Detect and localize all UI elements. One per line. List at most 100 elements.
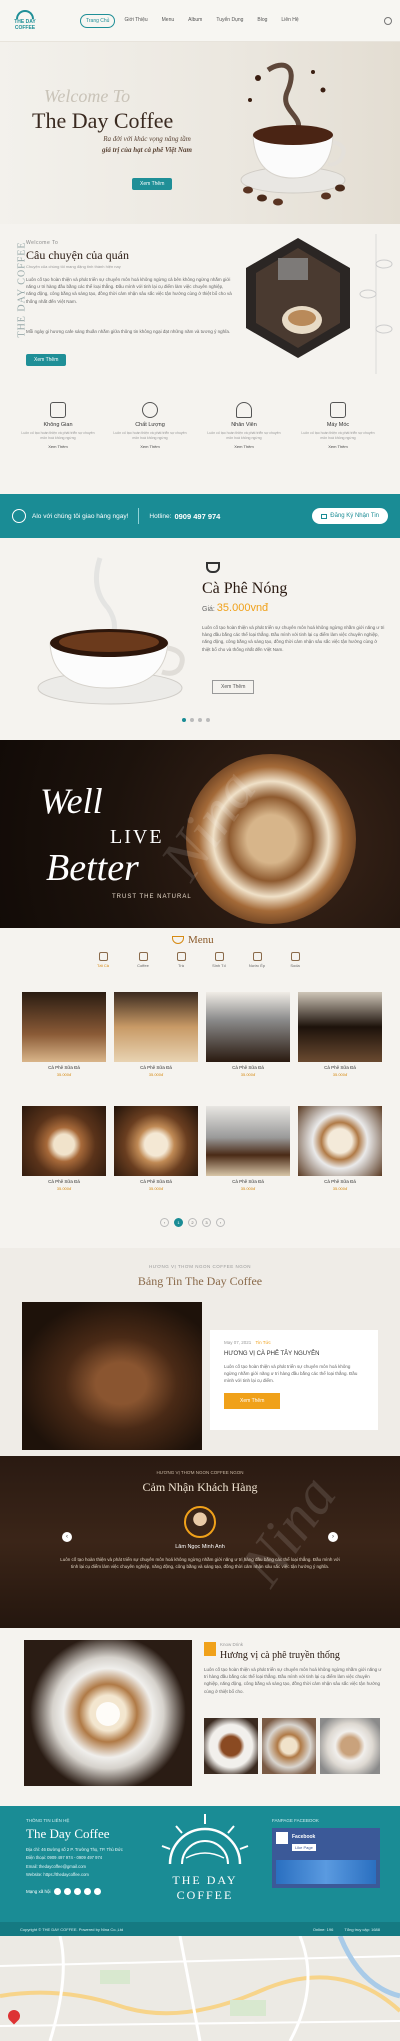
slider-dot[interactable]	[182, 718, 186, 722]
nav-item-about[interactable]: Giới Thiệu	[119, 14, 152, 28]
slider-dot[interactable]	[198, 718, 202, 722]
hero-tagline: Ra đời với khác vọng nâng tầm giá trị củ…	[72, 134, 222, 155]
nav-item-blog[interactable]: Blog	[252, 14, 272, 28]
map-canvas	[0, 1936, 400, 2041]
page-button[interactable]: 3	[202, 1218, 211, 1227]
well-live-better-banner: Well LIVE Better TRUST THE NATURAL Nina	[0, 740, 400, 928]
feature-title: Chất Lượng	[135, 422, 165, 428]
product-card[interactable]: Cà Phê Sữa Đá 35.000đ	[22, 1106, 106, 1191]
hotline-number[interactable]: 0909 497 974	[174, 512, 220, 521]
page-button[interactable]: 1	[174, 1218, 183, 1227]
prev-page-icon[interactable]: ‹	[160, 1218, 169, 1227]
twitter-icon[interactable]	[63, 1888, 71, 1895]
facebook-icon[interactable]	[53, 1888, 61, 1895]
feature-title: Máy Móc	[326, 422, 350, 428]
menu-tab-tea[interactable]: Trà	[166, 952, 196, 968]
slider-dot[interactable]	[206, 718, 210, 722]
news-image[interactable]	[22, 1302, 202, 1450]
feature-more-link[interactable]: Xem Thêm	[298, 444, 378, 449]
social-label: Mạng xã hội	[26, 1889, 51, 1894]
hero-coffee-image	[228, 60, 358, 210]
slider-dot[interactable]	[190, 718, 194, 722]
footer-logo-line1: THE DAY	[172, 1873, 238, 1887]
youtube-icon[interactable]	[83, 1888, 91, 1895]
menu-tab-all[interactable]: Tất Cả	[88, 952, 118, 968]
sun-icon	[16, 10, 34, 19]
footer-logo: THE DAY COFFEE	[156, 1812, 254, 1916]
tab-label: Tất Cả	[96, 963, 109, 968]
gallery-image[interactable]	[204, 1718, 258, 1774]
nav-item-menu[interactable]: Menu	[157, 14, 180, 28]
news-tag[interactable]: Tin Tức	[256, 1340, 271, 1345]
location-map[interactable]	[0, 1936, 400, 2041]
product-price: 35.000đ	[56, 1186, 72, 1191]
news-more-button[interactable]: Xem Thêm	[224, 1392, 281, 1409]
product-card[interactable]: Cà Phê Sữa Đá 35.000đ	[298, 992, 382, 1077]
tab-label: Trà	[178, 963, 184, 968]
gallery-image[interactable]	[320, 1718, 380, 1774]
tradition-desc: Luôn cố tạo hoàn thiện và phát triển sự …	[204, 1667, 382, 1694]
story-paragraph: Luôn cố tạo hoàn thiện và phát triển sự …	[26, 277, 232, 304]
hot-coffee-title: Cà Phê Nóng	[202, 580, 288, 597]
product-card[interactable]: Cà Phê Sữa Đá 35.000đ	[114, 1106, 198, 1191]
fb-like-button[interactable]: Like Page	[292, 1844, 316, 1851]
feature-space: Không Gian Luôn cố tạo hoàn thiện và phá…	[18, 402, 98, 449]
news-post-title[interactable]: HƯƠNG VỊ CÀ PHÊ TÂY NGUYÊN	[224, 1351, 364, 1357]
footer-website[interactable]: Website: https://thedaycoffee.com	[26, 1871, 123, 1879]
next-arrow-icon[interactable]: ›	[328, 1532, 338, 1542]
fb-cover	[276, 1860, 376, 1884]
copyright-text: Copyright © THE DAY COFFEE. Powered by N…	[20, 1926, 124, 1932]
nav-item-album[interactable]: Album	[183, 14, 207, 28]
contact-bar: Alo với chúng tôi giao hàng ngay! Hotlin…	[0, 494, 400, 538]
tradition-title: Hương vị cà phê truyền thống	[220, 1650, 340, 1661]
story-more-button[interactable]: Xem Thêm	[26, 354, 67, 366]
subscribe-button[interactable]: Đăng Ký Nhận Tin	[312, 508, 388, 524]
hot-coffee-more-button[interactable]: Xem Thêm	[212, 680, 255, 694]
product-card[interactable]: Cà Phê Sữa Đá 35.000đ	[206, 992, 290, 1077]
hot-coffee-image	[30, 548, 190, 718]
product-price: 35.000đ	[332, 1072, 348, 1077]
feature-title: Không Gian	[43, 422, 73, 428]
award-icon	[142, 402, 158, 418]
product-card[interactable]: Cà Phê Sữa Đá 35.000đ	[22, 992, 106, 1077]
slider-dots	[182, 718, 210, 722]
facebook-widget[interactable]: Facebook Like Page	[272, 1828, 380, 1888]
nav-item-contact[interactable]: Liên Hệ	[276, 14, 303, 28]
product-card[interactable]: Cà Phê Sữa Đá 35.000đ	[206, 1106, 290, 1191]
menu-tab-smoothie[interactable]: Sinh Tố	[204, 952, 234, 968]
online-count: Online: 196	[312, 1926, 334, 1932]
footer-title: The Day Coffee	[26, 1826, 110, 1841]
feature-more-link[interactable]: Xem Thêm	[204, 444, 284, 449]
menu-section: Menu Tất Cả Coffee Trà Sinh Tố Nước Ép S…	[0, 928, 400, 1248]
menu-tab-soda[interactable]: Soda	[280, 952, 310, 968]
news-section: HƯƠNG VỊ THƠM NGON COFFEE NGON Bảng Tin …	[0, 1248, 400, 1456]
play-icon[interactable]	[96, 1702, 120, 1726]
menu-tab-coffee[interactable]: Coffee	[128, 952, 158, 968]
hot-coffee-section: Cà Phê Nóng Giá: 35.000vnđ Luôn cố tạo h…	[0, 538, 400, 740]
instagram-icon[interactable]	[93, 1888, 101, 1895]
visit-count: Tổng truy cập: 1688	[344, 1926, 380, 1932]
google-icon[interactable]	[73, 1888, 81, 1895]
feature-more-link[interactable]: Xem Thêm	[110, 444, 190, 449]
product-card[interactable]: Cà Phê Sữa Đá 35.000đ	[114, 992, 198, 1077]
nav-item-home[interactable]: Trang Chủ	[80, 13, 116, 28]
nav-item-careers[interactable]: Tuyển Dụng	[211, 14, 248, 28]
feature-more-link[interactable]: Xem Thêm	[18, 444, 98, 449]
prev-arrow-icon[interactable]: ‹	[62, 1532, 72, 1542]
tradition-section: Know Drink Hương vị cà phê truyền thống …	[0, 1628, 400, 1806]
next-page-icon[interactable]: ›	[216, 1218, 225, 1227]
reviewer-name: Lâm Ngọc Minh Anh	[175, 1544, 225, 1550]
hot-coffee-desc: Luôn cố tạo hoàn thiện và phát triển sự …	[202, 625, 385, 652]
page-button[interactable]: 2	[188, 1218, 197, 1227]
product-image	[114, 1106, 198, 1176]
copyright-bar: Copyright © THE DAY COFFEE. Powered by N…	[0, 1922, 400, 1936]
news-title: Bảng Tin The Day Coffee	[137, 1274, 263, 1288]
product-card[interactable]: Cà Phê Sữa Đá 35.000đ	[298, 1106, 382, 1191]
hero-more-button[interactable]: Xem Thêm	[132, 178, 173, 190]
search-icon[interactable]	[384, 16, 392, 25]
menu-tab-juice[interactable]: Nước Ép	[242, 952, 272, 968]
header-logo[interactable]: THE DAY COFFEE	[8, 4, 42, 38]
gallery-image[interactable]	[262, 1718, 316, 1774]
coffee-icon	[138, 952, 148, 961]
product-name: Cà Phê Sữa Đá	[48, 1065, 80, 1070]
